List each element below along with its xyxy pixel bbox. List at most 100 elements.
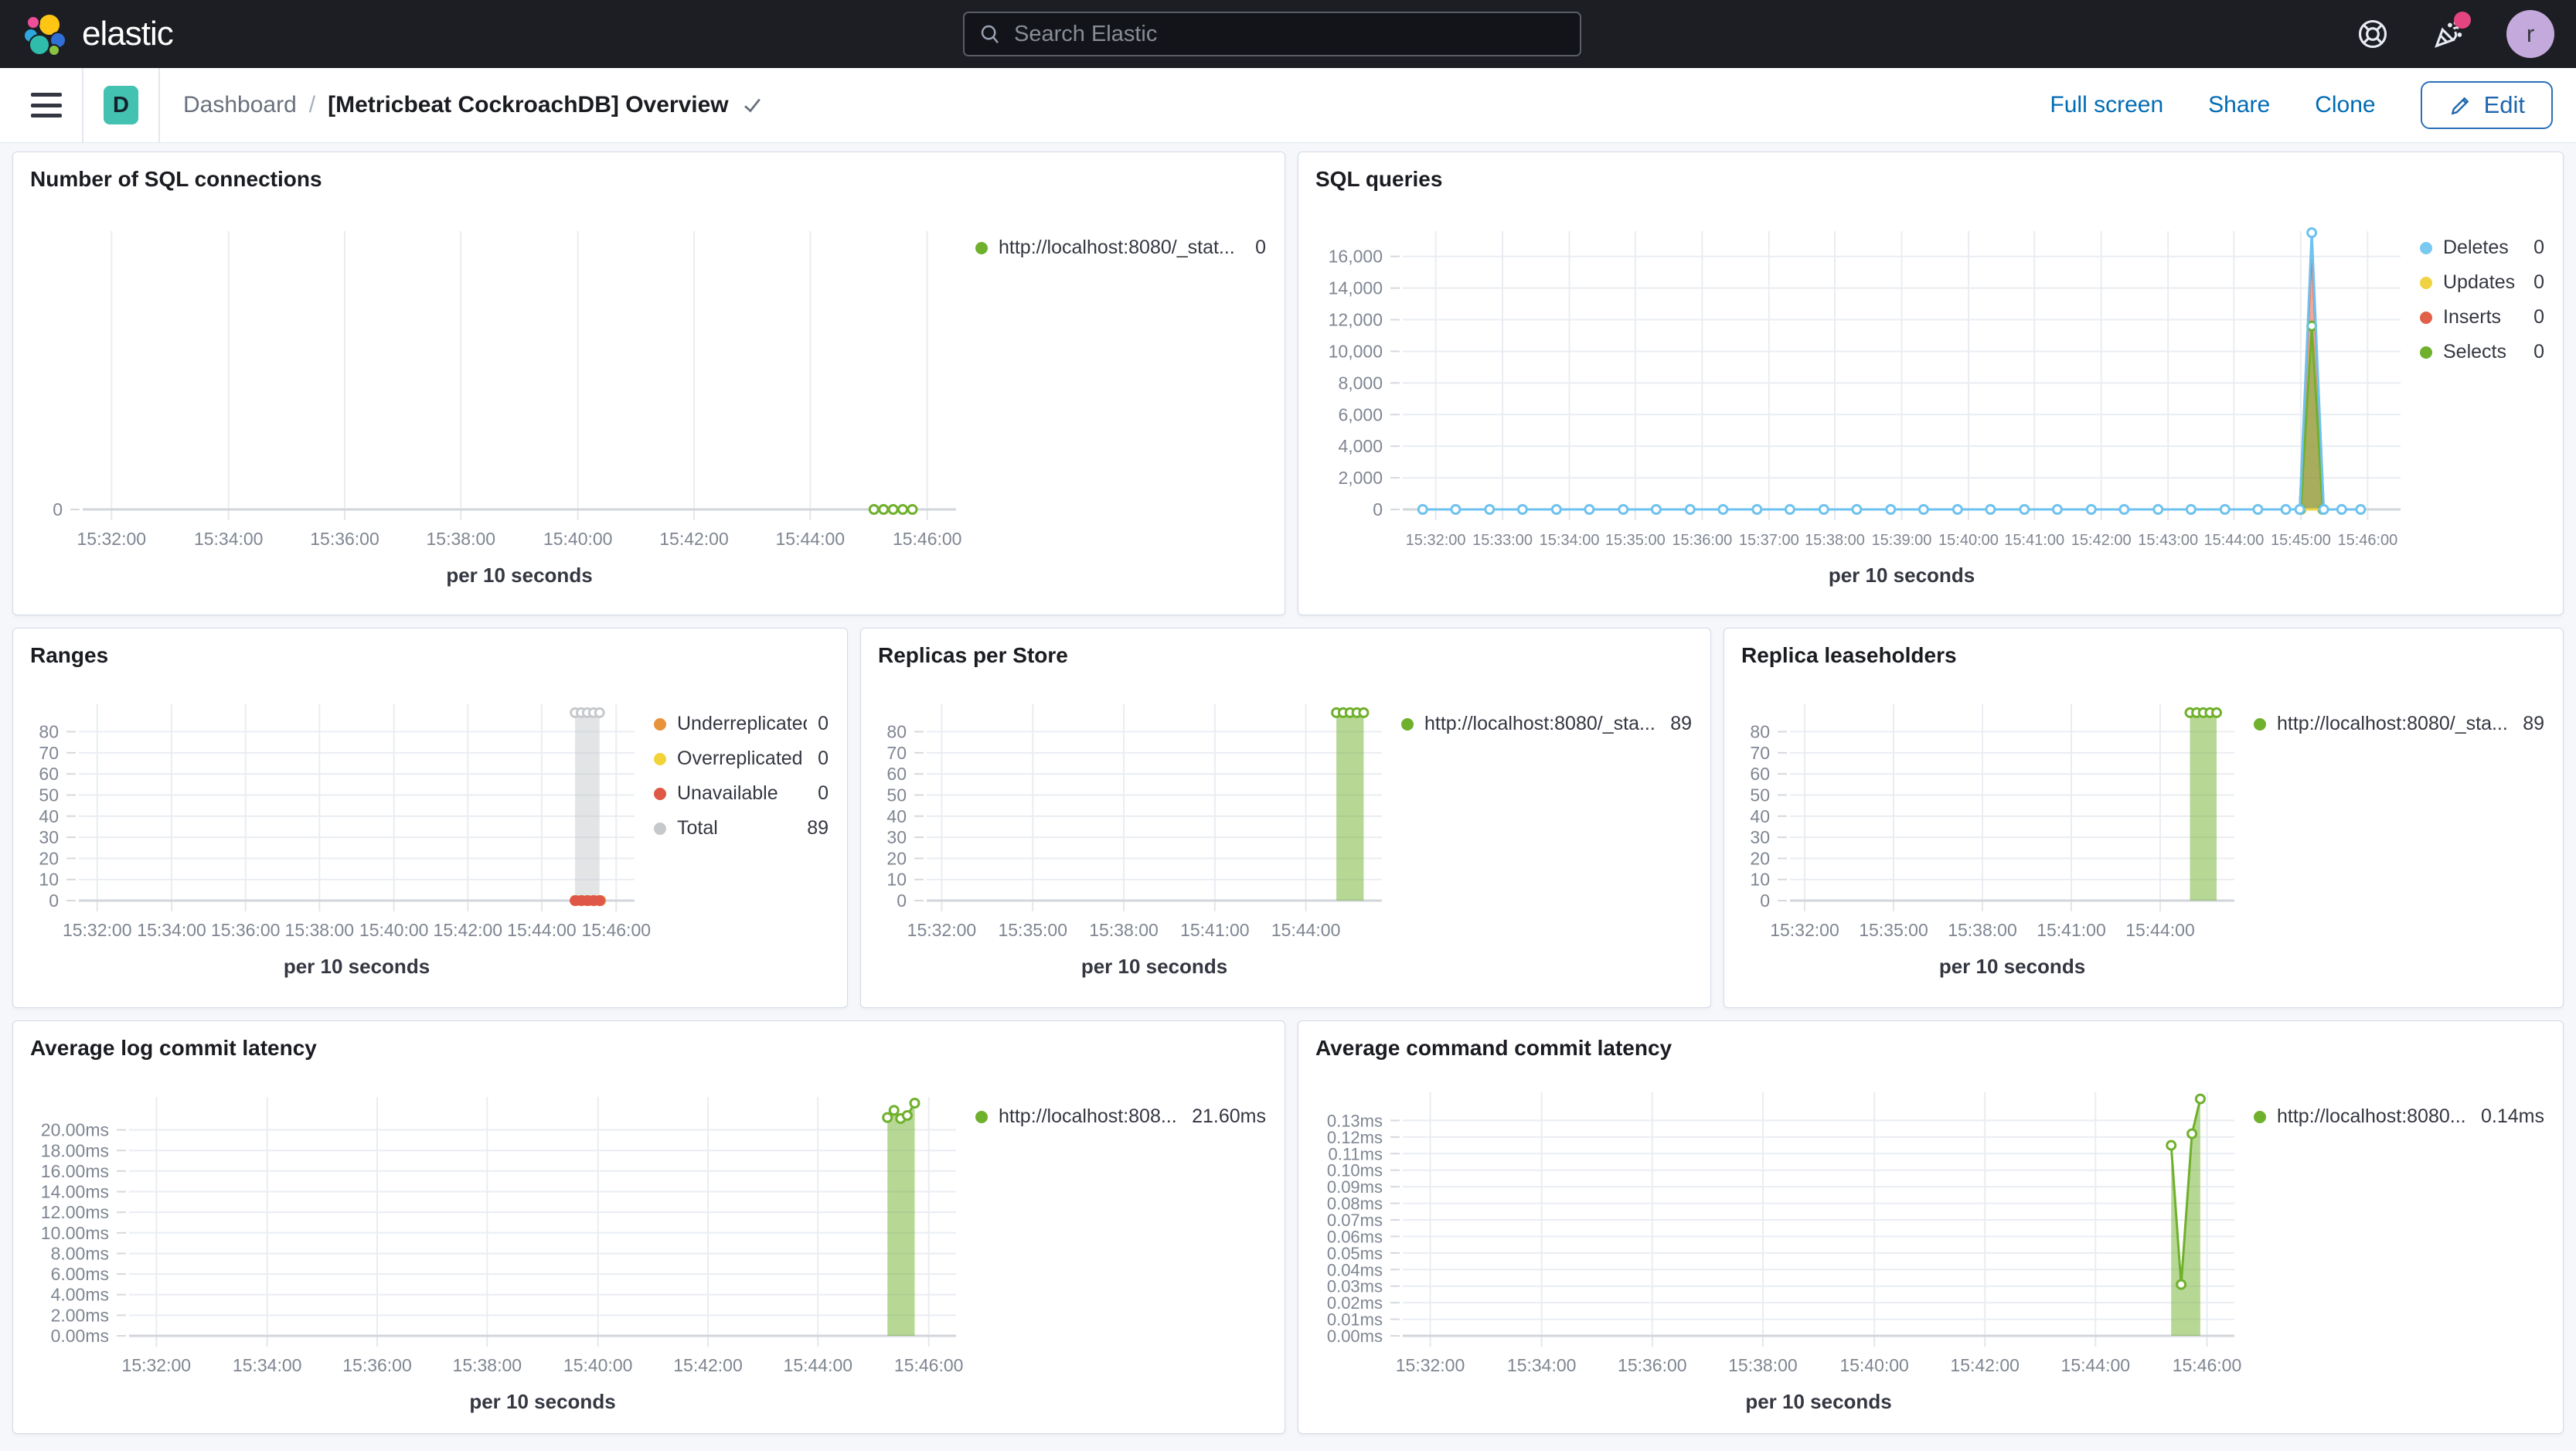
help-icon[interactable] [2355,16,2391,52]
svg-text:0.00ms: 0.00ms [51,1326,109,1346]
svg-text:15:44:00: 15:44:00 [2061,1355,2131,1375]
svg-text:16,000: 16,000 [1329,247,1383,267]
breadcrumb-dashboard-link[interactable]: Dashboard [183,92,297,118]
svg-text:per 10 seconds: per 10 seconds [1745,1390,1891,1413]
panel-ranges: Ranges 0 10 20 30 40 50 60 70 80 15:32:00 15:34:00… [12,628,848,1008]
legend-item[interactable]: http://localhost:8080/_stat... 0 [975,237,1266,258]
panel-title: Replica leaseholders [1741,643,1957,667]
panel-title: Average command commit latency [1315,1036,1673,1060]
svg-text:8.00ms: 8.00ms [51,1243,109,1263]
chart-replica-leaseholders[interactable]: 01020304050607080 15:32:00 15:35:00 15:38:0… [1724,676,2254,1007]
svg-text:15:46:00: 15:46:00 [2173,1355,2242,1375]
svg-text:15:40:00: 15:40:00 [359,920,429,940]
svg-text:10: 10 [39,870,59,890]
svg-text:0: 0 [897,891,907,911]
legend-item[interactable]: Overreplicated 0 [654,748,829,769]
svg-text:15:32:00: 15:32:00 [63,920,132,940]
series-value: 0 [818,748,829,769]
svg-text:15:44:00: 15:44:00 [507,920,577,940]
svg-text:15:46:00: 15:46:00 [582,920,652,940]
svg-text:0.03ms: 0.03ms [1327,1277,1383,1296]
svg-text:4,000: 4,000 [1338,436,1383,456]
svg-text:15:42:00: 15:42:00 [2071,532,2132,549]
series-value: 0 [1255,237,1266,258]
chart-sql-queries[interactable]: 0 2,000 4,000 6,000 8,000 10,000 12,000 14,000 1… [1298,200,2420,615]
clone-button[interactable]: Clone [2315,92,2375,118]
series-value: 89 [2523,713,2544,734]
chart-average-command-commit-latency[interactable]: 0.00ms0.01ms0.02ms0.03ms0.04ms0.05ms0.06… [1298,1069,2254,1433]
series-value: 21.60ms [1192,1105,1266,1127]
svg-text:15:41:00: 15:41:00 [1180,920,1250,940]
full-screen-button[interactable]: Full screen [2050,92,2163,118]
svg-text:15:44:00: 15:44:00 [1271,920,1341,940]
svg-text:15:45:00: 15:45:00 [2271,532,2331,549]
svg-text:40: 40 [1750,806,1770,826]
elastic-brand[interactable]: elastic [0,12,174,56]
svg-text:15:33:00: 15:33:00 [1472,532,1533,549]
svg-text:30: 30 [886,827,907,847]
svg-text:60: 60 [886,764,907,784]
svg-text:50: 50 [886,785,907,805]
chart-ranges[interactable]: 01020304050607080 15:32:00 15:34:00 15:36:0… [13,676,654,1007]
saved-check-icon[interactable] [741,94,764,117]
legend-item[interactable]: http://localhost:8080... 0.14ms [2254,1106,2544,1127]
series-color-dot [975,241,988,254]
svg-text:70: 70 [886,743,907,763]
svg-text:0.12ms: 0.12ms [1327,1128,1383,1147]
legend-item[interactable]: http://localhost:8080/_sta... 89 [2254,714,2544,734]
legend-number-of-sql-connections: http://localhost:8080/_stat... 0 [975,200,1285,615]
svg-text:15:42:00: 15:42:00 [1950,1355,2020,1375]
svg-text:15:42:00: 15:42:00 [434,920,503,940]
legend-item[interactable]: http://localhost:8080/_sta... 89 [1401,714,1692,734]
svg-text:10: 10 [1750,870,1770,890]
panel-title: Number of SQL connections [30,167,322,191]
svg-text:per 10 seconds: per 10 seconds [469,1390,615,1413]
series-color-dot [2420,346,2432,359]
series-value: 0 [2533,237,2544,258]
panel-sql-queries: SQL queries 0 2,000 4,000 6,000 8,000 10,000 1… [1298,152,2564,615]
series-label: Inserts [2443,307,2502,328]
search-input[interactable] [1012,20,1566,48]
chart-average-log-commit-latency[interactable]: 0.00ms2.00ms4.00ms6.00ms8.00ms10.00ms12.… [13,1069,975,1433]
pencil-icon [2451,97,2469,115]
legend-item[interactable]: Underreplicated 0 [654,714,829,734]
menu-hamburger-icon[interactable] [31,93,62,118]
dashboard-app-badge[interactable]: D [104,86,138,124]
news-party-icon[interactable] [2431,12,2471,52]
legend-item[interactable]: Total 89 [654,818,829,839]
svg-text:15:40:00: 15:40:00 [1938,532,1999,549]
legend-item[interactable]: http://localhost:808... 21.60ms [975,1106,1266,1127]
svg-text:20: 20 [886,848,907,868]
page-title: [Metricbeat CockroachDB] Overview [328,92,729,118]
series-color-dot [2420,311,2432,324]
legend-item[interactable]: Updates 0 [2420,272,2544,293]
global-search[interactable] [963,12,1581,56]
breadcrumb: Dashboard / [Metricbeat CockroachDB] Ove… [183,92,764,118]
panel-number-of-sql-connections: Number of SQL connections 0 15:32:00 15:34… [12,152,1285,615]
series-value: 0 [818,713,829,734]
svg-text:0.02ms: 0.02ms [1327,1293,1383,1313]
chart-replicas-per-store[interactable]: 01020304050607080 15:32:00 15:35:00 15:38:0… [861,676,1401,1007]
share-button[interactable]: Share [2208,92,2270,118]
svg-text:15:35:00: 15:35:00 [1859,920,1928,940]
legend-item[interactable]: Selects 0 [2420,342,2544,363]
svg-text:80: 80 [1750,722,1770,742]
legend-item[interactable]: Unavailable 0 [654,783,829,804]
series-label: http://localhost:8080/_sta... [2277,714,2508,734]
edit-button[interactable]: Edit [2420,81,2553,129]
legend-item[interactable]: Deletes 0 [2420,237,2544,258]
svg-text:per 10 seconds: per 10 seconds [1829,564,1975,587]
svg-text:40: 40 [886,806,907,826]
svg-text:15:37:00: 15:37:00 [1739,532,1799,549]
svg-text:0: 0 [49,891,59,911]
user-avatar[interactable]: r [2506,10,2554,58]
svg-text:15:38:00: 15:38:00 [1948,920,2017,940]
avatar-initial: r [2526,20,2535,47]
svg-text:8,000: 8,000 [1338,373,1383,393]
series-color-dot [1401,717,1414,731]
svg-text:15:41:00: 15:41:00 [2037,920,2106,940]
chart-number-of-sql-connections[interactable]: 0 15:32:00 15:34:00 15:36:00 15:38:00 15:40:0… [13,200,975,615]
svg-text:15:34:00: 15:34:00 [137,920,206,940]
legend-item[interactable]: Inserts 0 [2420,307,2544,328]
svg-text:20: 20 [1750,848,1770,868]
